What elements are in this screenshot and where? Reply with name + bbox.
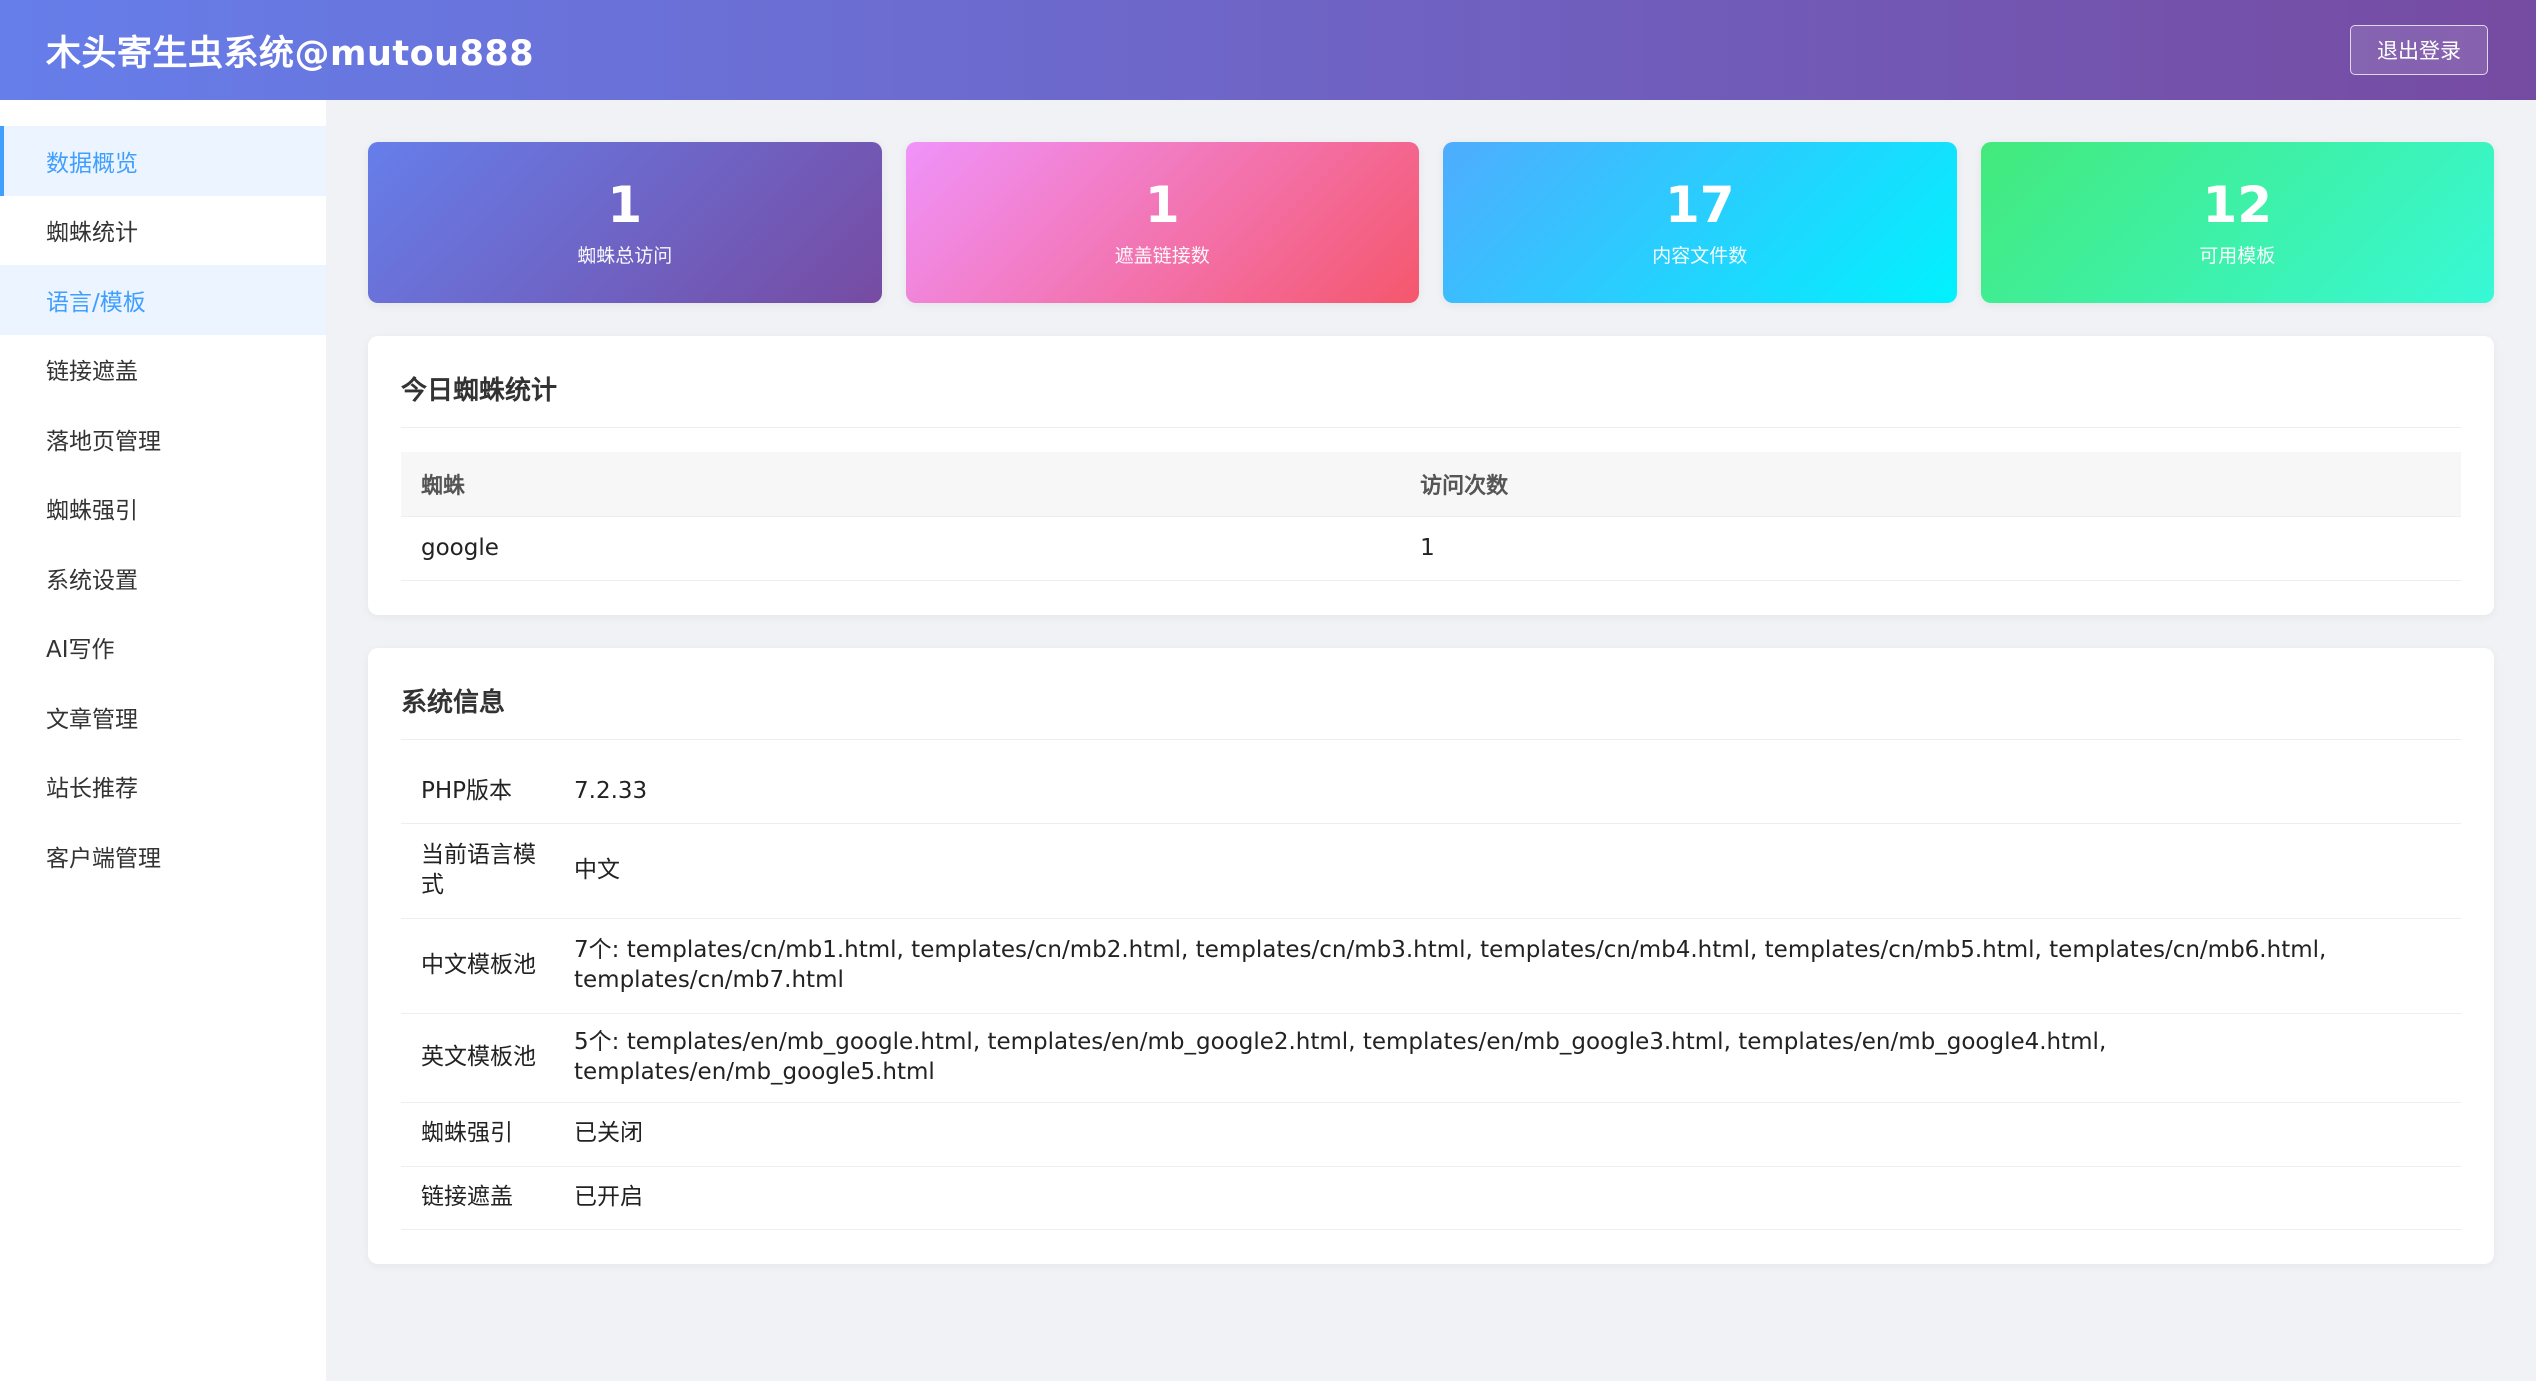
system-info-card: 系统信息 PHP版本 7.2.33 当前语言模式 中文 中文模板池 7个: te… [368,647,2494,1264]
stat-card-templates: 12 可用模板 [1980,142,2494,303]
cell-spider: google [401,516,1401,581]
sidebar-item-language-template[interactable]: 语言/模板 [0,265,326,335]
sidebar: 数据概览 蜘蛛统计 语言/模板 链接遮盖 落地页管理 蜘蛛强引 系统设置 AI写… [0,100,326,1381]
table-header-row: 蜘蛛 访问次数 [401,452,2461,517]
spider-table: 蜘蛛 访问次数 google 1 [401,452,2461,581]
info-value: 已开启 [574,1166,2461,1230]
stat-value: 1 [1144,175,1180,234]
stat-card-spider-visits: 1 蜘蛛总访问 [368,142,882,303]
stat-card-content-files: 17 内容文件数 [1443,142,1957,303]
table-row: 中文模板池 7个: templates/cn/mb1.html, templat… [401,918,2461,1014]
stat-label: 内容文件数 [1652,244,1748,267]
info-key: 当前语言模式 [401,823,574,919]
stat-card-cloaked-links: 1 遮盖链接数 [905,142,1419,303]
info-key: 英文模板池 [401,1013,574,1103]
column-header-visits: 访问次数 [1400,452,2461,517]
stat-value: 12 [2202,175,2273,234]
table-row: PHP版本 7.2.33 [401,761,2461,824]
info-value: 7个: templates/cn/mb1.html, templates/cn/… [574,918,2461,1014]
stats-row: 1 蜘蛛总访问 1 遮盖链接数 17 内容文件数 12 可用模板 [368,142,2494,303]
cell-count: 1 [1400,516,2461,581]
main-content: 1 蜘蛛总访问 1 遮盖链接数 17 内容文件数 12 可用模板 今日蜘蛛统计 … [368,142,2494,1264]
sidebar-item-articles[interactable]: 文章管理 [0,682,326,752]
stat-value: 1 [607,175,643,234]
info-key: PHP版本 [401,761,574,824]
info-key: 链接遮盖 [401,1166,574,1230]
info-value: 7.2.33 [574,761,2461,824]
table-row: 蜘蛛强引 已关闭 [401,1102,2461,1167]
info-value: 5个: templates/en/mb_google.html, templat… [574,1013,2461,1103]
card-title: 今日蜘蛛统计 [401,370,2461,428]
info-value: 已关闭 [574,1102,2461,1167]
info-key: 蜘蛛强引 [401,1102,574,1167]
table-row: 当前语言模式 中文 [401,823,2461,919]
stat-value: 17 [1664,175,1735,234]
spider-today-card: 今日蜘蛛统计 蜘蛛 访问次数 google 1 [368,336,2494,615]
column-header-spider: 蜘蛛 [401,452,1401,517]
sidebar-item-webmaster-recommend[interactable]: 站长推荐 [0,752,326,822]
stat-label: 可用模板 [2199,244,2276,267]
sidebar-item-settings[interactable]: 系统设置 [0,543,326,613]
logout-button[interactable]: 退出登录 [2350,25,2488,75]
top-header: 木头寄生虫系统@mutou888 退出登录 [0,0,2536,100]
stat-label: 遮盖链接数 [1114,244,1210,267]
sidebar-item-spider-stats[interactable]: 蜘蛛统计 [0,196,326,266]
app-title: 木头寄生虫系统@mutou888 [46,33,535,74]
info-value: 中文 [574,823,2461,919]
table-row: 链接遮盖 已开启 [401,1166,2461,1230]
sidebar-item-dashboard[interactable]: 数据概览 [0,126,326,196]
sidebar-item-link-cloak[interactable]: 链接遮盖 [0,335,326,405]
system-info-table: PHP版本 7.2.33 当前语言模式 中文 中文模板池 7个: templat… [401,761,2461,1230]
card-title: 系统信息 [401,682,2461,740]
stat-label: 蜘蛛总访问 [577,244,673,267]
table-row: 英文模板池 5个: templates/en/mb_google.html, t… [401,1013,2461,1103]
info-key: 中文模板池 [401,918,574,1014]
table-row: google 1 [401,516,2461,581]
sidebar-item-landing-pages[interactable]: 落地页管理 [0,404,326,474]
sidebar-item-clients[interactable]: 客户端管理 [0,821,326,891]
sidebar-item-spider-pull[interactable]: 蜘蛛强引 [0,474,326,544]
sidebar-item-ai-writing[interactable]: AI写作 [0,613,326,683]
